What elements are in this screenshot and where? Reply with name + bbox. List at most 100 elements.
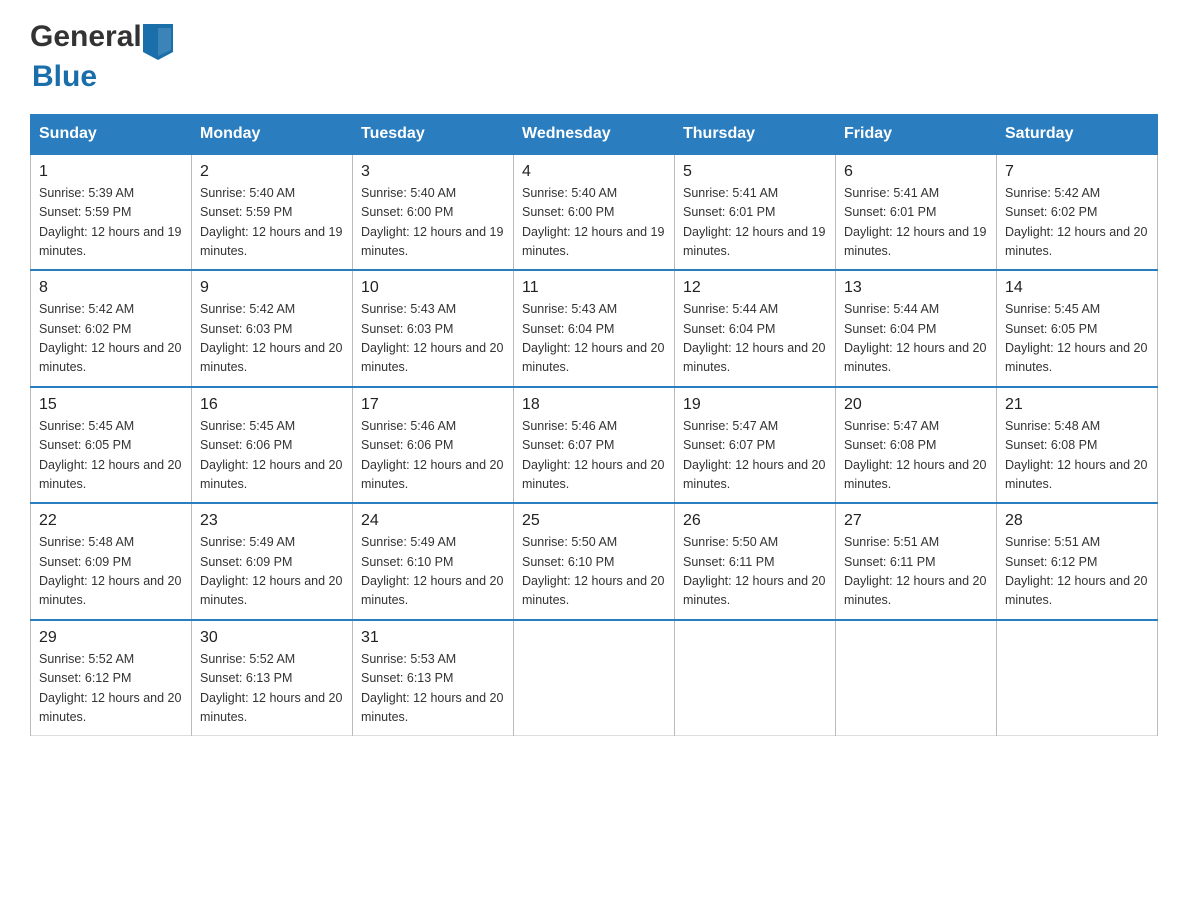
day-info: Sunrise: 5:44 AMSunset: 6:04 PMDaylight:… <box>844 302 986 374</box>
day-number: 28 <box>1005 512 1149 530</box>
day-info: Sunrise: 5:40 AMSunset: 5:59 PMDaylight:… <box>200 186 342 258</box>
day-info: Sunrise: 5:49 AMSunset: 6:10 PMDaylight:… <box>361 535 503 607</box>
day-info: Sunrise: 5:41 AMSunset: 6:01 PMDaylight:… <box>844 186 986 258</box>
day-info: Sunrise: 5:42 AMSunset: 6:03 PMDaylight:… <box>200 302 342 374</box>
calendar-day-cell: 21 Sunrise: 5:48 AMSunset: 6:08 PMDayligh… <box>997 387 1158 504</box>
day-info: Sunrise: 5:40 AMSunset: 6:00 PMDaylight:… <box>522 186 664 258</box>
calendar-day-cell: 23 Sunrise: 5:49 AMSunset: 6:09 PMDayligh… <box>192 503 353 620</box>
calendar-day-cell: 15 Sunrise: 5:45 AMSunset: 6:05 PMDayligh… <box>31 387 192 504</box>
day-info: Sunrise: 5:50 AMSunset: 6:11 PMDaylight:… <box>683 535 825 607</box>
calendar-day-cell: 31 Sunrise: 5:53 AMSunset: 6:13 PMDayligh… <box>353 620 514 736</box>
column-header-wednesday: Wednesday <box>514 114 675 154</box>
calendar-day-cell <box>675 620 836 736</box>
day-number: 30 <box>200 629 344 647</box>
calendar-week-row: 22 Sunrise: 5:48 AMSunset: 6:09 PMDayligh… <box>31 503 1158 620</box>
page-header: General Blue <box>30 20 1158 94</box>
day-number: 23 <box>200 512 344 530</box>
calendar-day-cell: 18Sunrise: 5:46 AMSunset: 6:07 PMDayligh… <box>514 387 675 504</box>
day-info: Sunrise: 5:45 AMSunset: 6:06 PMDaylight:… <box>200 419 342 491</box>
day-number: 7 <box>1005 163 1149 181</box>
day-info: Sunrise: 5:47 AMSunset: 6:07 PMDaylight:… <box>683 419 825 491</box>
day-info: Sunrise: 5:52 AMSunset: 6:12 PMDaylight:… <box>39 652 181 724</box>
day-info: Sunrise: 5:53 AMSunset: 6:13 PMDaylight:… <box>361 652 503 724</box>
day-number: 15 <box>39 396 183 414</box>
calendar-day-cell: 14Sunrise: 5:45 AMSunset: 6:05 PMDayligh… <box>997 270 1158 387</box>
calendar-day-cell <box>997 620 1158 736</box>
calendar-week-row: 15 Sunrise: 5:45 AMSunset: 6:05 PMDayligh… <box>31 387 1158 504</box>
calendar-day-cell: 28 Sunrise: 5:51 AMSunset: 6:12 PMDayligh… <box>997 503 1158 620</box>
day-number: 31 <box>361 629 505 647</box>
calendar-day-cell: 1 Sunrise: 5:39 AMSunset: 5:59 PMDaylight… <box>31 154 192 271</box>
calendar-day-cell: 22 Sunrise: 5:48 AMSunset: 6:09 PMDayligh… <box>31 503 192 620</box>
day-info: Sunrise: 5:42 AMSunset: 6:02 PMDaylight:… <box>39 302 181 374</box>
column-header-monday: Monday <box>192 114 353 154</box>
day-number: 16 <box>200 396 344 414</box>
day-number: 1 <box>39 163 183 181</box>
calendar-day-cell: 11 Sunrise: 5:43 AMSunset: 6:04 PMDayligh… <box>514 270 675 387</box>
day-info: Sunrise: 5:40 AMSunset: 6:00 PMDaylight:… <box>361 186 503 258</box>
day-number: 5 <box>683 163 827 181</box>
calendar-day-cell <box>836 620 997 736</box>
day-number: 10 <box>361 279 505 297</box>
day-number: 13 <box>844 279 988 297</box>
day-number: 11 <box>522 279 666 297</box>
column-header-sunday: Sunday <box>31 114 192 154</box>
day-info: Sunrise: 5:49 AMSunset: 6:09 PMDaylight:… <box>200 535 342 607</box>
calendar-day-cell: 10 Sunrise: 5:43 AMSunset: 6:03 PMDayligh… <box>353 270 514 387</box>
day-number: 17 <box>361 396 505 414</box>
logo-general: General <box>30 20 142 53</box>
calendar-day-cell: 25Sunrise: 5:50 AMSunset: 6:10 PMDayligh… <box>514 503 675 620</box>
calendar-day-cell: 5 Sunrise: 5:41 AMSunset: 6:01 PMDaylight… <box>675 154 836 271</box>
day-number: 2 <box>200 163 344 181</box>
day-number: 9 <box>200 279 344 297</box>
calendar-day-cell: 13 Sunrise: 5:44 AMSunset: 6:04 PMDayligh… <box>836 270 997 387</box>
day-number: 4 <box>522 163 666 181</box>
calendar-week-row: 1 Sunrise: 5:39 AMSunset: 5:59 PMDaylight… <box>31 154 1158 271</box>
calendar-day-cell: 8 Sunrise: 5:42 AMSunset: 6:02 PMDaylight… <box>31 270 192 387</box>
calendar-table: SundayMondayTuesdayWednesdayThursdayFrid… <box>30 114 1158 737</box>
day-number: 22 <box>39 512 183 530</box>
day-info: Sunrise: 5:51 AMSunset: 6:11 PMDaylight:… <box>844 535 986 607</box>
logo-text: General Blue <box>30 20 174 94</box>
logo-blue: Blue <box>32 60 97 93</box>
day-info: Sunrise: 5:46 AMSunset: 6:06 PMDaylight:… <box>361 419 503 491</box>
column-header-saturday: Saturday <box>997 114 1158 154</box>
day-info: Sunrise: 5:41 AMSunset: 6:01 PMDaylight:… <box>683 186 825 258</box>
day-info: Sunrise: 5:43 AMSunset: 6:03 PMDaylight:… <box>361 302 503 374</box>
column-header-friday: Friday <box>836 114 997 154</box>
calendar-week-row: 29Sunrise: 5:52 AMSunset: 6:12 PMDayligh… <box>31 620 1158 736</box>
calendar-day-cell: 27Sunrise: 5:51 AMSunset: 6:11 PMDayligh… <box>836 503 997 620</box>
column-header-tuesday: Tuesday <box>353 114 514 154</box>
calendar-day-cell: 9 Sunrise: 5:42 AMSunset: 6:03 PMDaylight… <box>192 270 353 387</box>
calendar-day-cell: 4 Sunrise: 5:40 AMSunset: 6:00 PMDaylight… <box>514 154 675 271</box>
day-info: Sunrise: 5:50 AMSunset: 6:10 PMDaylight:… <box>522 535 664 607</box>
calendar-day-cell: 24 Sunrise: 5:49 AMSunset: 6:10 PMDayligh… <box>353 503 514 620</box>
day-info: Sunrise: 5:47 AMSunset: 6:08 PMDaylight:… <box>844 419 986 491</box>
day-number: 19 <box>683 396 827 414</box>
calendar-day-cell: 7 Sunrise: 5:42 AMSunset: 6:02 PMDaylight… <box>997 154 1158 271</box>
day-info: Sunrise: 5:42 AMSunset: 6:02 PMDaylight:… <box>1005 186 1147 258</box>
calendar-header-row: SundayMondayTuesdayWednesdayThursdayFrid… <box>31 114 1158 154</box>
day-number: 26 <box>683 512 827 530</box>
day-number: 21 <box>1005 396 1149 414</box>
day-info: Sunrise: 5:51 AMSunset: 6:12 PMDaylight:… <box>1005 535 1147 607</box>
day-number: 20 <box>844 396 988 414</box>
calendar-day-cell: 19 Sunrise: 5:47 AMSunset: 6:07 PMDayligh… <box>675 387 836 504</box>
day-info: Sunrise: 5:52 AMSunset: 6:13 PMDaylight:… <box>200 652 342 724</box>
calendar-day-cell: 17 Sunrise: 5:46 AMSunset: 6:06 PMDayligh… <box>353 387 514 504</box>
day-info: Sunrise: 5:39 AMSunset: 5:59 PMDaylight:… <box>39 186 181 258</box>
day-info: Sunrise: 5:48 AMSunset: 6:09 PMDaylight:… <box>39 535 181 607</box>
calendar-week-row: 8 Sunrise: 5:42 AMSunset: 6:02 PMDaylight… <box>31 270 1158 387</box>
day-info: Sunrise: 5:45 AMSunset: 6:05 PMDaylight:… <box>39 419 181 491</box>
day-info: Sunrise: 5:48 AMSunset: 6:08 PMDaylight:… <box>1005 419 1147 491</box>
calendar-day-cell <box>514 620 675 736</box>
calendar-day-cell: 12Sunrise: 5:44 AMSunset: 6:04 PMDayligh… <box>675 270 836 387</box>
day-number: 24 <box>361 512 505 530</box>
day-number: 8 <box>39 279 183 297</box>
day-number: 14 <box>1005 279 1149 297</box>
calendar-day-cell: 20 Sunrise: 5:47 AMSunset: 6:08 PMDayligh… <box>836 387 997 504</box>
calendar-day-cell: 16 Sunrise: 5:45 AMSunset: 6:06 PMDayligh… <box>192 387 353 504</box>
day-info: Sunrise: 5:43 AMSunset: 6:04 PMDaylight:… <box>522 302 664 374</box>
calendar-day-cell: 30 Sunrise: 5:52 AMSunset: 6:13 PMDayligh… <box>192 620 353 736</box>
calendar-day-cell: 2 Sunrise: 5:40 AMSunset: 5:59 PMDaylight… <box>192 154 353 271</box>
